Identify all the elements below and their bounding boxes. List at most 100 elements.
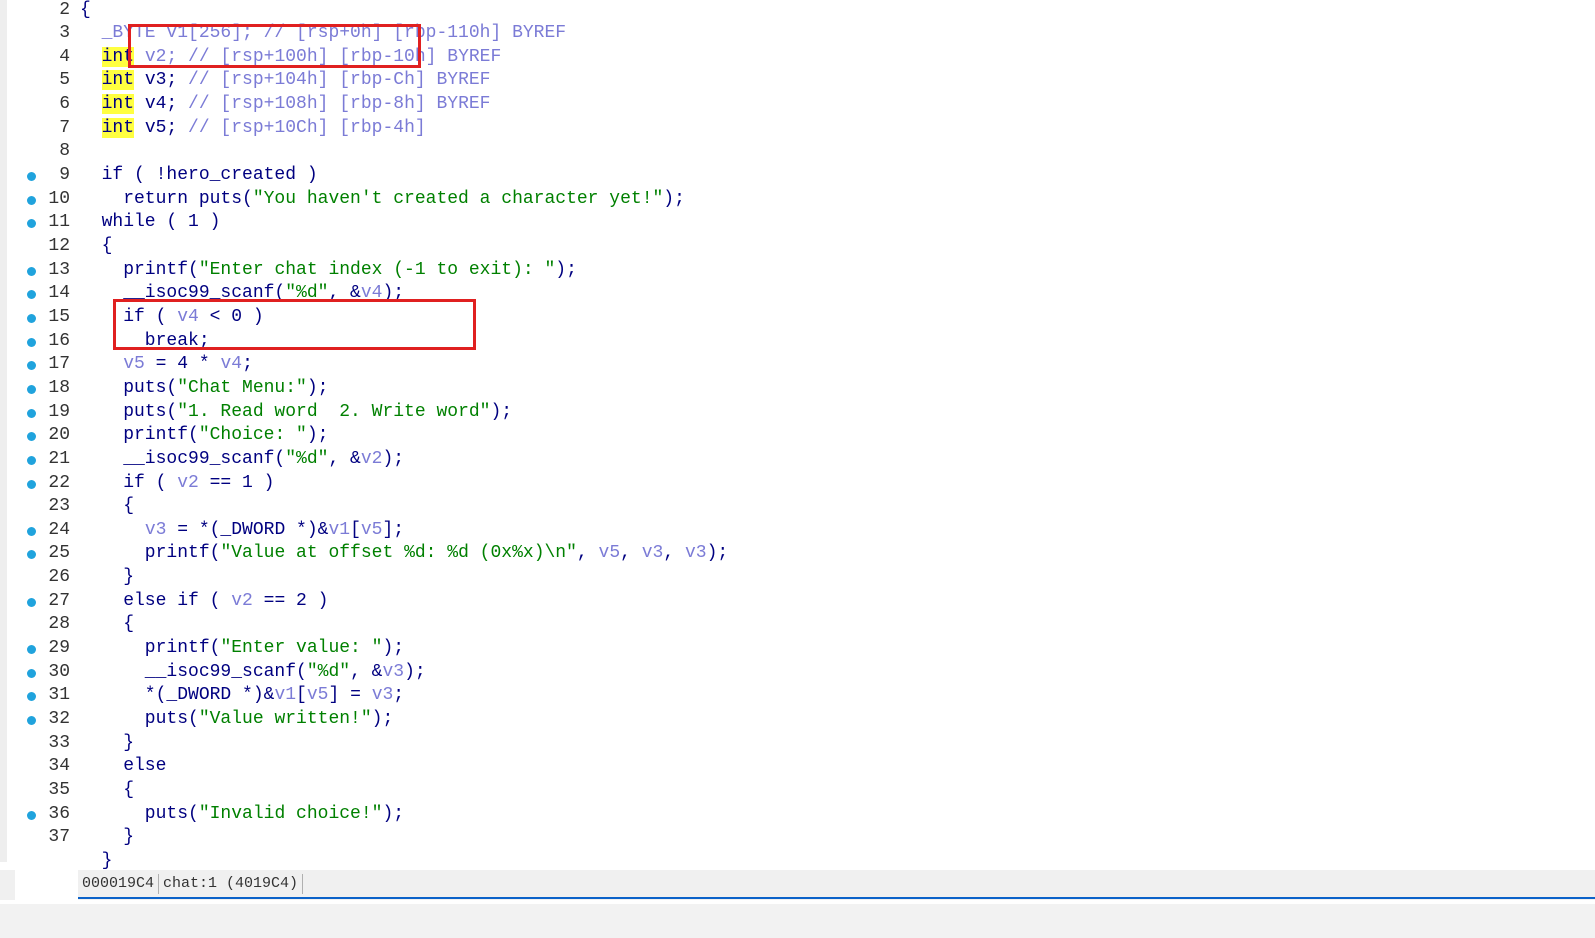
gutter-row[interactable]: 22 xyxy=(0,472,80,496)
gutter-row[interactable]: 14 xyxy=(0,282,80,306)
gutter-row[interactable]: 13 xyxy=(0,259,80,283)
line-number: 3 xyxy=(59,23,70,44)
gutter-row[interactable]: 15 xyxy=(0,306,80,330)
gutter-row[interactable]: 29 xyxy=(0,637,80,661)
gutter-row[interactable]: 10 xyxy=(0,188,80,212)
code-line[interactable]: printf("Enter chat index (-1 to exit): "… xyxy=(80,259,577,283)
code-line[interactable]: puts("Value written!"); xyxy=(80,708,393,732)
code-line[interactable]: int v4; // [rsp+108h] [rbp-8h] BYREF xyxy=(80,93,490,117)
gutter-row[interactable]: 36 xyxy=(0,803,80,827)
gutter-row[interactable]: 26 xyxy=(0,566,80,590)
code-line[interactable]: if ( !hero_created ) xyxy=(80,164,318,188)
gutter-row[interactable]: 3 xyxy=(0,22,80,46)
code-line[interactable]: { xyxy=(80,0,91,22)
code-token: [ xyxy=(350,519,361,540)
code-line[interactable]: printf("Value at offset %d: %d (0x%x)\n"… xyxy=(80,542,728,566)
breakpoint-dot-icon[interactable] xyxy=(27,219,36,229)
gutter-row[interactable]: 5 xyxy=(0,69,80,93)
gutter-row[interactable]: 11 xyxy=(0,211,80,235)
breakpoint-dot-icon[interactable] xyxy=(27,550,36,560)
code-line[interactable]: { xyxy=(80,495,134,519)
gutter-row[interactable]: 17 xyxy=(0,353,80,377)
gutter-row[interactable]: 18 xyxy=(0,377,80,401)
gutter-row[interactable]: 4 xyxy=(0,46,80,70)
code-token: else if ( xyxy=(80,590,232,611)
gutter-row[interactable]: 20 xyxy=(0,424,80,448)
line-number: 11 xyxy=(48,212,70,233)
breakpoint-dot-icon[interactable] xyxy=(27,384,36,394)
line-number: 30 xyxy=(48,661,70,682)
gutter-row[interactable]: 34 xyxy=(0,755,80,779)
gutter-row[interactable]: 9 xyxy=(0,164,80,188)
gutter-row[interactable]: 2 xyxy=(0,0,80,22)
code-token: ; xyxy=(393,685,405,706)
code-line[interactable]: v3 = *(_DWORD *)&v1[v5]; xyxy=(80,519,404,543)
gutter-row[interactable]: 6 xyxy=(0,93,80,117)
gutter-row[interactable]: 8 xyxy=(0,140,80,164)
code-line[interactable]: } xyxy=(80,732,134,756)
code-line[interactable]: int v3; // [rsp+104h] [rbp-Ch] BYREF xyxy=(80,69,490,93)
breakpoint-dot-icon[interactable] xyxy=(27,645,36,655)
gutter-row[interactable]: 33 xyxy=(0,732,80,756)
code-line[interactable]: if ( v2 == 1 ) xyxy=(80,472,274,496)
breakpoint-dot-icon[interactable] xyxy=(27,668,36,678)
gutter-row[interactable]: 30 xyxy=(0,661,80,685)
breakpoint-dot-icon[interactable] xyxy=(27,290,36,300)
gutter-row[interactable]: 31 xyxy=(0,684,80,708)
gutter-row[interactable]: 32 xyxy=(0,708,80,732)
breakpoint-dot-icon[interactable] xyxy=(27,526,36,536)
gutter-row[interactable]: 37 xyxy=(0,826,80,850)
code-line[interactable]: *(_DWORD *)&v1[v5] = v3; xyxy=(80,684,404,708)
gutter-row[interactable]: 21 xyxy=(0,448,80,472)
pseudocode-view[interactable]: 2 3 4 5 6 7 8 9 10 11 12 13 14 15 16 17 18 19 20 21 22 23 24 25… xyxy=(0,0,1595,871)
gutter-row[interactable]: 24 xyxy=(0,519,80,543)
code-line[interactable]: while ( 1 ) xyxy=(80,211,221,235)
breakpoint-dot-icon[interactable] xyxy=(27,195,36,205)
code-line[interactable]: { xyxy=(80,235,113,259)
code-line[interactable]: else if ( v2 == 2 ) xyxy=(80,590,328,614)
gutter-row[interactable]: 19 xyxy=(0,401,80,425)
breakpoint-dot-icon[interactable] xyxy=(27,455,36,465)
breakpoint-dot-icon[interactable] xyxy=(27,479,36,489)
code-line[interactable]: } xyxy=(80,566,134,590)
gutter-row[interactable]: 12 xyxy=(0,235,80,259)
code-line[interactable]: { xyxy=(80,779,134,803)
code-token: v5; xyxy=(134,117,189,138)
gutter-row[interactable]: 25 xyxy=(0,542,80,566)
code-line[interactable]: puts("Chat Menu:"); xyxy=(80,377,328,401)
breakpoint-dot-icon[interactable] xyxy=(27,266,36,276)
breakpoint-dot-icon[interactable] xyxy=(27,432,36,442)
breakpoint-dot-icon[interactable] xyxy=(27,716,36,725)
code-line[interactable]: puts("Invalid choice!"); xyxy=(80,803,404,827)
breakpoint-dot-icon[interactable] xyxy=(27,361,36,371)
code-token: ); xyxy=(555,259,577,280)
gutter-row[interactable]: 23 xyxy=(0,495,80,519)
code-line[interactable]: else xyxy=(80,755,166,779)
code-line[interactable]: int v5; // [rsp+10Ch] [rbp-4h] xyxy=(80,117,426,141)
code-line[interactable]: return puts("You haven't created a chara… xyxy=(80,188,685,212)
code-line[interactable]: __isoc99_scanf("%d", &v2); xyxy=(80,448,404,472)
code-line[interactable]: printf("Enter value: "); xyxy=(80,637,404,661)
gutter-row[interactable]: 27 xyxy=(0,590,80,614)
gutter-row[interactable]: 16 xyxy=(0,330,80,354)
gutter-row[interactable]: 7 xyxy=(0,117,80,141)
code-line[interactable]: v5 = 4 * v4; xyxy=(80,353,253,377)
gutter-row[interactable]: 35 xyxy=(0,779,80,803)
code-token: } xyxy=(80,732,135,753)
breakpoint-dot-icon[interactable] xyxy=(27,172,36,182)
breakpoint-dot-icon[interactable] xyxy=(27,313,36,323)
breakpoint-dot-icon[interactable] xyxy=(27,597,36,607)
code-line[interactable]: } xyxy=(80,826,134,850)
code-line[interactable]: __isoc99_scanf("%d", &v3); xyxy=(80,661,426,685)
breakpoint-dot-icon[interactable] xyxy=(27,337,36,347)
code-line[interactable]: { xyxy=(80,613,134,637)
breakpoint-dot-icon[interactable] xyxy=(27,810,36,820)
code-line[interactable]: puts("1. Read word 2. Write word"); xyxy=(80,401,512,425)
code-line[interactable]: printf("Choice: "); xyxy=(80,424,328,448)
breakpoint-dot-icon[interactable] xyxy=(27,692,36,702)
horizontal-scrollbar[interactable] xyxy=(0,904,1595,938)
gutter-row[interactable]: 28 xyxy=(0,613,80,637)
breakpoint-dot-icon[interactable] xyxy=(27,408,36,418)
